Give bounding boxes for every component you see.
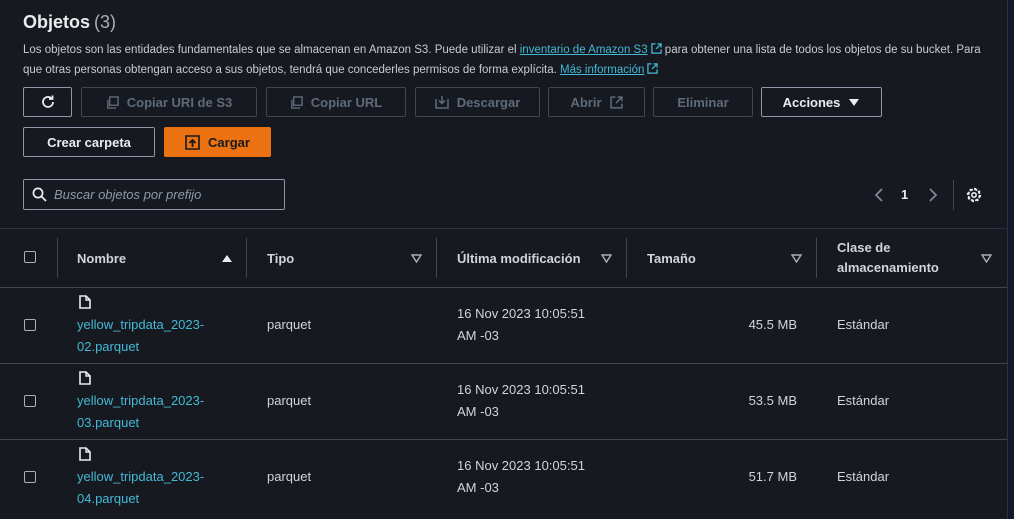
create-folder-button[interactable]: Crear carpeta	[23, 127, 155, 157]
object-size: 45.5 MB	[748, 317, 797, 332]
storage-class: Estándar	[837, 317, 890, 332]
chevron-right-icon[interactable]	[927, 187, 939, 203]
description: Los objetos son las entidades fundamenta…	[23, 40, 983, 80]
table-row[interactable]: yellow_tripdata_2023- 02.parquet parquet …	[0, 287, 1007, 364]
column-header-name[interactable]: Nombre	[77, 229, 126, 287]
object-name-link[interactable]: yellow_tripdata_2023- 04.parquet	[77, 466, 204, 510]
sort-caret-icon[interactable]	[411, 254, 422, 263]
storage-class: Estándar	[837, 469, 890, 484]
actions-dropdown[interactable]: Acciones	[761, 87, 882, 117]
open-button[interactable]: Abrir	[548, 87, 645, 117]
object-type: parquet	[267, 469, 312, 484]
object-size: 53.5 MB	[748, 393, 797, 408]
upload-button[interactable]: Cargar	[164, 127, 271, 157]
actions-label: Acciones	[782, 94, 841, 110]
download-label: Descargar	[456, 94, 521, 110]
row-checkbox[interactable]	[24, 395, 36, 407]
page-number[interactable]: 1	[901, 187, 908, 202]
page-title: Objetos (3)	[23, 12, 116, 33]
copy-uri-label: Copiar URI de S3	[126, 94, 233, 110]
column-header-type[interactable]: Tipo	[267, 229, 294, 287]
chevron-left-icon[interactable]	[873, 187, 885, 203]
download-button[interactable]: Descargar	[415, 87, 540, 117]
object-type: parquet	[267, 317, 312, 332]
open-label: Abrir	[570, 94, 602, 110]
object-type: parquet	[267, 393, 312, 408]
divider	[953, 180, 954, 210]
file-icon	[79, 295, 91, 309]
column-divider	[57, 238, 58, 278]
last-modified: 16 Nov 2023 10:05:51 AM -03	[457, 458, 585, 495]
caret-down-icon	[849, 98, 860, 106]
select-all-checkbox[interactable]	[24, 251, 36, 263]
table-header: Nombre Tipo Última modificación Tamaño C…	[0, 228, 1007, 288]
copy-url-button[interactable]: Copiar URL	[266, 87, 406, 117]
column-divider	[246, 238, 247, 278]
delete-button[interactable]: Eliminar	[653, 87, 753, 117]
object-name-link[interactable]: yellow_tripdata_2023- 03.parquet	[77, 390, 204, 434]
column-header-modified[interactable]: Última modificación	[457, 229, 581, 287]
sort-ascending-icon[interactable]	[221, 254, 233, 263]
objects-panel: Objetos (3) Los objetos son las entidades…	[0, 0, 1008, 519]
column-divider	[626, 238, 627, 278]
file-icon	[79, 371, 91, 385]
object-count: (3)	[94, 12, 117, 32]
upload-icon	[185, 134, 200, 150]
title-text: Objetos	[23, 12, 91, 32]
storage-class: Estándar	[837, 393, 890, 408]
download-icon	[434, 96, 449, 109]
sort-caret-icon[interactable]	[601, 254, 612, 263]
table-row[interactable]: yellow_tripdata_2023- 03.parquet parquet …	[0, 363, 1007, 440]
delete-label: Eliminar	[677, 94, 729, 110]
inventory-link[interactable]: inventario de Amazon S3	[520, 44, 648, 56]
last-modified: 16 Nov 2023 10:05:51 AM -03	[457, 306, 585, 343]
external-link-icon	[650, 43, 662, 54]
search-input[interactable]	[54, 187, 274, 202]
sort-caret-icon[interactable]	[981, 254, 992, 263]
description-pre: Los objetos son las entidades fundamenta…	[23, 44, 520, 56]
search-box[interactable]	[23, 179, 285, 210]
sort-caret-icon[interactable]	[791, 254, 802, 263]
table-row[interactable]: yellow_tripdata_2023- 04.parquet parquet …	[0, 439, 1007, 515]
column-divider	[816, 238, 817, 278]
column-header-size[interactable]: Tamaño	[647, 229, 696, 287]
refresh-button[interactable]	[23, 87, 72, 117]
file-icon	[79, 447, 91, 461]
row-checkbox[interactable]	[24, 319, 36, 331]
create-folder-label: Crear carpeta	[47, 134, 131, 150]
external-link-icon	[609, 95, 623, 109]
last-modified: 16 Nov 2023 10:05:51 AM -03	[457, 382, 585, 419]
copy-icon	[106, 95, 119, 109]
column-header-storage-class[interactable]: Clase de almacenamiento	[837, 229, 957, 287]
upload-label: Cargar	[208, 134, 250, 150]
more-info-link[interactable]: Más información	[560, 64, 644, 76]
gear-icon[interactable]	[965, 186, 983, 204]
column-divider	[436, 238, 437, 278]
copy-uri-button[interactable]: Copiar URI de S3	[81, 87, 257, 117]
row-checkbox[interactable]	[24, 471, 36, 483]
object-name-link[interactable]: yellow_tripdata_2023- 02.parquet	[77, 314, 204, 358]
refresh-icon	[41, 95, 54, 108]
object-size: 51.7 MB	[748, 469, 797, 484]
copy-icon	[290, 95, 303, 109]
search-icon	[32, 187, 47, 202]
copy-url-label: Copiar URL	[310, 94, 383, 110]
external-link-icon	[647, 63, 659, 74]
